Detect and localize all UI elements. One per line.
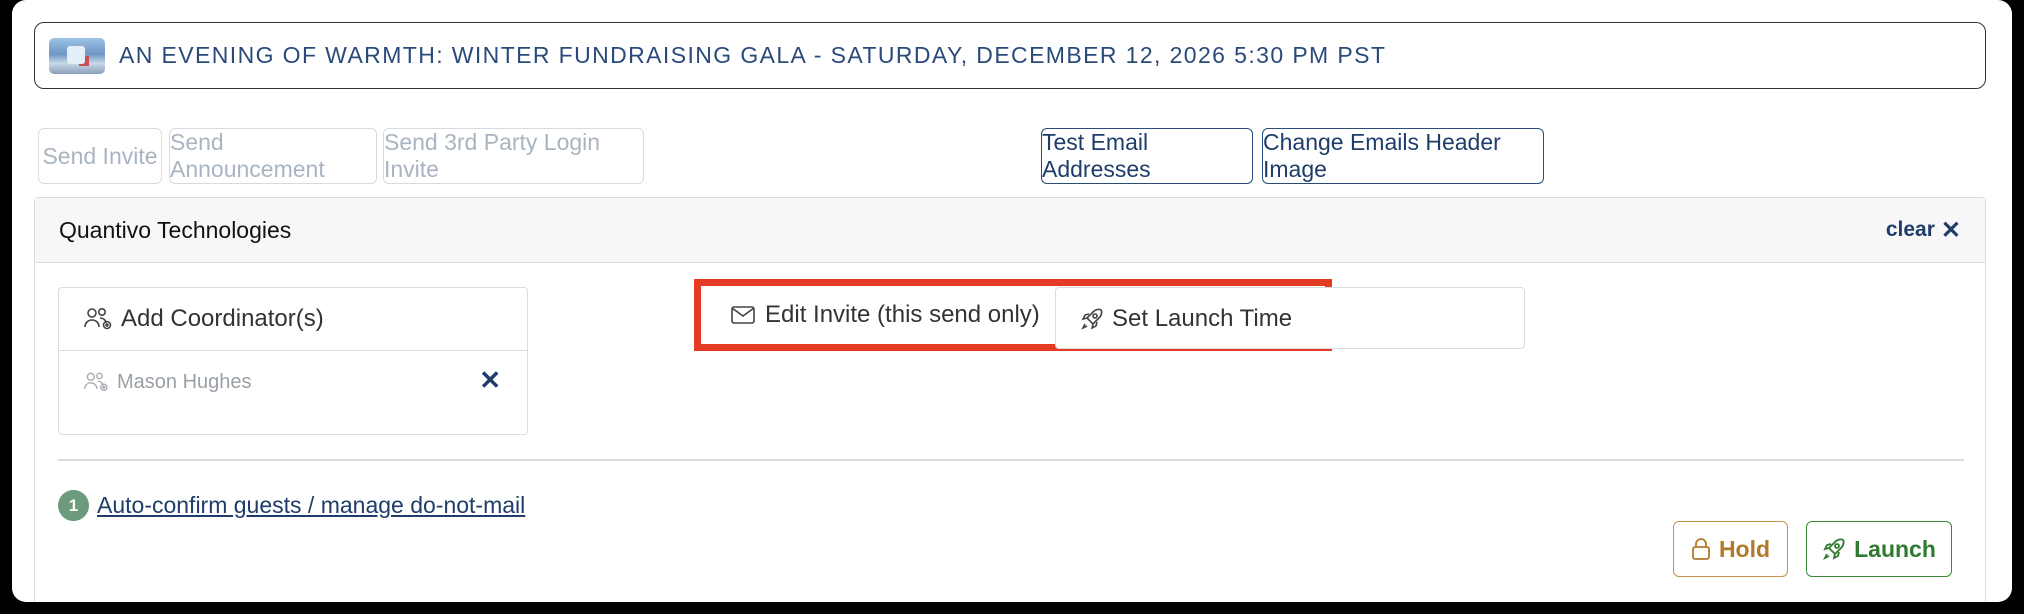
close-icon: ✕: [1940, 216, 1961, 244]
envelope-icon: [731, 306, 755, 324]
event-title: AN EVENING OF WARMTH: WINTER FUNDRAISING…: [119, 42, 1387, 68]
coordinator-item: Mason Hughes ✕: [59, 350, 527, 434]
remove-coordinator-button[interactable]: ✕: [479, 365, 501, 396]
rocket-icon: [1822, 537, 1846, 561]
send-3rd-party-login-invite-button[interactable]: Send 3rd Party Login Invite: [383, 128, 644, 184]
users-gear-icon: [83, 307, 113, 331]
panel-title: Quantivo Technologies: [59, 216, 292, 243]
hold-button[interactable]: Hold: [1673, 521, 1788, 577]
add-coordinator-button[interactable]: Add Coordinator(s): [59, 288, 527, 350]
launch-label: Launch: [1854, 535, 1936, 562]
clear-button[interactable]: clear ✕: [1886, 216, 1961, 245]
rocket-icon: [1080, 307, 1104, 331]
coordinators-card: Add Coordinator(s) Mason Hughes ✕: [58, 287, 528, 435]
set-launch-time-label: Set Launch Time: [1112, 305, 1293, 332]
set-launch-time-content: Set Launch Time: [1056, 288, 1524, 350]
hold-label: Hold: [1718, 535, 1771, 562]
users-gear-icon: [83, 371, 109, 393]
send-invite-button[interactable]: Send Invite: [38, 128, 162, 184]
clear-label: clear: [1885, 218, 1935, 241]
panel-header: Quantivo Technologies clear ✕: [35, 198, 1985, 263]
launch-button[interactable]: Launch: [1806, 521, 1952, 577]
send-announcement-button[interactable]: Send Announcement: [169, 128, 377, 184]
step-badge: 1: [58, 490, 89, 521]
event-thumbnail: [49, 37, 105, 74]
divider: [58, 459, 1964, 461]
edit-invite-label: Edit Invite (this send only): [765, 301, 1040, 328]
step-row: 1 Auto-confirm guests / manage do-not-ma…: [58, 490, 525, 521]
lock-icon: [1691, 538, 1711, 560]
event-banner: AN EVENING OF WARMTH: WINTER FUNDRAISING…: [34, 22, 1986, 89]
page-canvas: AN EVENING OF WARMTH: WINTER FUNDRAISING…: [12, 0, 2012, 602]
set-launch-time-button[interactable]: Set Launch Time: [1055, 287, 1525, 349]
change-emails-header-image-button[interactable]: Change Emails Header Image: [1262, 128, 1544, 184]
coordinator-name: Mason Hughes: [117, 371, 252, 393]
auto-confirm-link[interactable]: Auto-confirm guests / manage do-not-mail: [97, 492, 525, 519]
add-coordinator-label: Add Coordinator(s): [121, 305, 324, 332]
test-email-addresses-button[interactable]: Test Email Addresses: [1041, 128, 1253, 184]
